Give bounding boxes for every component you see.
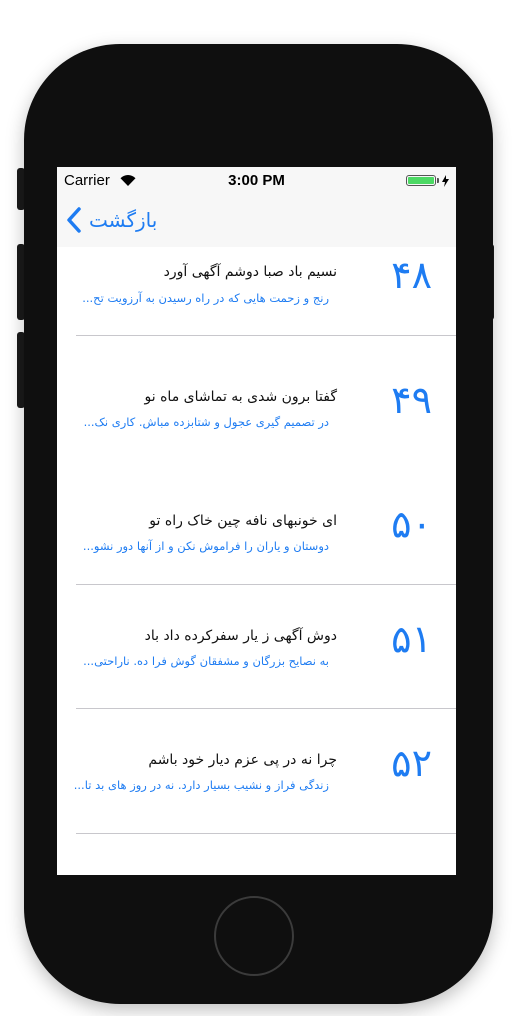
list-item[interactable]: ۵۲ چرا نه در پی عزم دیار خود باشم زندگی … bbox=[57, 709, 456, 834]
status-time: 3:00 PM bbox=[228, 172, 285, 189]
chevron-left-icon bbox=[67, 207, 81, 233]
back-label: بازگشت bbox=[89, 208, 158, 232]
status-bar: Carrier 3:00 PM bbox=[57, 167, 456, 195]
list-item[interactable]: ۴۹ گفتا برون شدی به تماشای ماه نو در تصم… bbox=[57, 336, 456, 460]
item-title: دوش آگهی ز یار سفرکرده داد باد bbox=[144, 628, 337, 644]
battery-tip bbox=[437, 178, 439, 183]
item-title: گفتا برون شدی به تماشای ماه نو bbox=[144, 389, 337, 405]
item-subtitle: زندگی فراز و نشیب بسیار دارد. نه در روز … bbox=[73, 778, 329, 792]
item-title: ای خونبهای نافه چین خاک راه تو bbox=[149, 513, 337, 529]
list-item[interactable]: ۴۸ نسیم باد صبا دوشم آگهی آورد رنج و زحم… bbox=[57, 247, 456, 336]
item-subtitle: دوستان و یاران را فراموش نکن و از آنها د… bbox=[82, 539, 329, 553]
poem-list: ۴۸ نسیم باد صبا دوشم آگهی آورد رنج و زحم… bbox=[57, 247, 456, 834]
charging-bolt-icon bbox=[442, 175, 449, 187]
item-number: ۴۸ bbox=[391, 253, 432, 297]
item-number: ۵۰ bbox=[391, 502, 432, 546]
item-subtitle: رنج و زحمت هایی که در راه رسیدن به آرزوی… bbox=[82, 291, 329, 305]
item-title: نسیم باد صبا دوشم آگهی آورد bbox=[163, 264, 337, 280]
back-button[interactable]: بازگشت bbox=[65, 205, 157, 235]
home-button[interactable] bbox=[214, 896, 294, 976]
list-item[interactable]: ۵۱ دوش آگهی ز یار سفرکرده داد باد به نصا… bbox=[57, 585, 456, 709]
item-title: چرا نه در پی عزم دیار خود باشم bbox=[148, 752, 337, 768]
phone-screen: Carrier 3:00 PM بازگشت ۴۸ نسیم باد صبا د… bbox=[57, 167, 456, 875]
divider bbox=[76, 833, 456, 834]
item-number: ۵۱ bbox=[391, 617, 432, 661]
battery-level bbox=[408, 177, 434, 184]
list-item[interactable]: ۵۰ ای خونبهای نافه چین خاک راه تو دوستان… bbox=[57, 460, 456, 585]
item-number: ۵۲ bbox=[391, 741, 432, 785]
item-subtitle: در تصمیم گیری عجول و شتابزده مباش. کاری … bbox=[83, 415, 329, 429]
item-subtitle: به نصایح بزرگان و مشفقان گوش فرا ده. نار… bbox=[83, 654, 329, 668]
battery-icon bbox=[406, 175, 436, 186]
item-number: ۴۹ bbox=[391, 378, 432, 422]
navigation-bar: بازگشت bbox=[57, 195, 456, 247]
